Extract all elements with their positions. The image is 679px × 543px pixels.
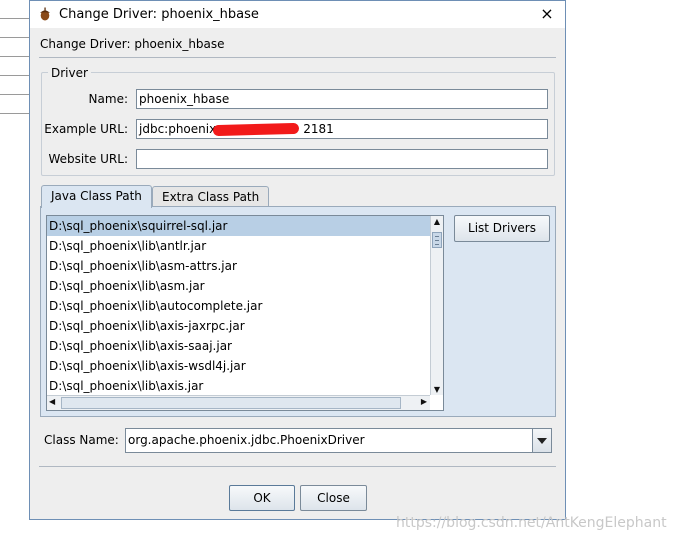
driver-legend: Driver: [48, 66, 91, 80]
list-item[interactable]: D:\sql_phoenix\lib\asm-attrs.jar: [47, 256, 443, 276]
watermark: https://blog.csdn.net/AntKengElephant: [396, 515, 667, 531]
example-url-suffix: 2181: [303, 122, 334, 136]
change-driver-dialog: Change Driver: phoenix_hbase × Change Dr…: [29, 0, 566, 520]
class-name-combobox[interactable]: org.apache.phoenix.jdbc.PhoenixDriver: [125, 428, 552, 453]
list-item[interactable]: D:\sql_phoenix\squirrel-sql.jar: [47, 216, 443, 236]
list-item[interactable]: D:\sql_phoenix\lib\antlr.jar: [47, 236, 443, 256]
example-url-field[interactable]: jdbc:phoenix: 2181: [136, 119, 548, 139]
website-url-label: Website URL:: [48, 152, 129, 166]
vertical-scrollbar[interactable]: ▲ ▼: [430, 216, 443, 395]
header-separator: [39, 57, 556, 58]
name-field[interactable]: phoenix_hbase: [136, 89, 548, 109]
redaction-mark: [212, 122, 300, 137]
scroll-down-icon[interactable]: ▼: [431, 385, 443, 394]
scroll-up-icon[interactable]: ▲: [431, 217, 443, 226]
list-drivers-button[interactable]: List Drivers: [454, 215, 550, 242]
java-class-path-panel: D:\sql_phoenix\squirrel-sql.jar D:\sql_p…: [40, 206, 556, 417]
list-item[interactable]: D:\sql_phoenix\lib\axis-saaj.jar: [47, 336, 443, 356]
driver-group: Driver Name: phoenix_hbase Example URL: …: [41, 66, 555, 176]
class-name-value: org.apache.phoenix.jdbc.PhoenixDriver: [128, 433, 365, 447]
tab-extra-class-path[interactable]: Extra Class Path: [152, 186, 270, 208]
example-url-prefix: jdbc:phoenix:: [139, 122, 221, 136]
class-path-list[interactable]: D:\sql_phoenix\squirrel-sql.jar D:\sql_p…: [46, 215, 444, 411]
horizontal-scroll-thumb[interactable]: [61, 397, 401, 409]
window-title: Change Driver: phoenix_hbase: [59, 7, 259, 22]
close-button[interactable]: Close: [300, 485, 367, 511]
ok-button[interactable]: OK: [229, 485, 295, 511]
background-table-lines: [0, 18, 30, 114]
footer-separator: [39, 466, 556, 467]
class-name-label: Class Name:: [44, 433, 119, 447]
tab-java-class-path[interactable]: Java Class Path: [41, 185, 152, 208]
list-item[interactable]: D:\sql_phoenix\lib\asm.jar: [47, 276, 443, 296]
list-item[interactable]: D:\sql_phoenix\lib\axis-wsdl4j.jar: [47, 356, 443, 376]
list-item[interactable]: D:\sql_phoenix\lib\axis-jaxrpc.jar: [47, 316, 443, 336]
close-icon[interactable]: ×: [535, 3, 559, 25]
list-item[interactable]: D:\sql_phoenix\lib\axis.jar: [47, 376, 443, 396]
vertical-scroll-thumb[interactable]: [432, 232, 442, 248]
scroll-right-icon[interactable]: ▶: [421, 397, 427, 406]
example-url-label: Example URL:: [44, 122, 128, 136]
chevron-down-icon: [537, 438, 547, 444]
list-item[interactable]: D:\sql_phoenix\lib\autocomplete.jar: [47, 296, 443, 316]
website-url-field[interactable]: [136, 149, 548, 169]
acorn-icon: [40, 7, 50, 21]
dialog-header: Change Driver: phoenix_hbase: [40, 37, 225, 51]
scroll-left-icon[interactable]: ◀: [49, 397, 55, 406]
name-label: Name:: [88, 92, 128, 106]
horizontal-scrollbar[interactable]: ◀ ▶: [47, 395, 430, 410]
dropdown-arrow[interactable]: [532, 429, 551, 452]
title-bar: Change Driver: phoenix_hbase ×: [30, 1, 565, 28]
